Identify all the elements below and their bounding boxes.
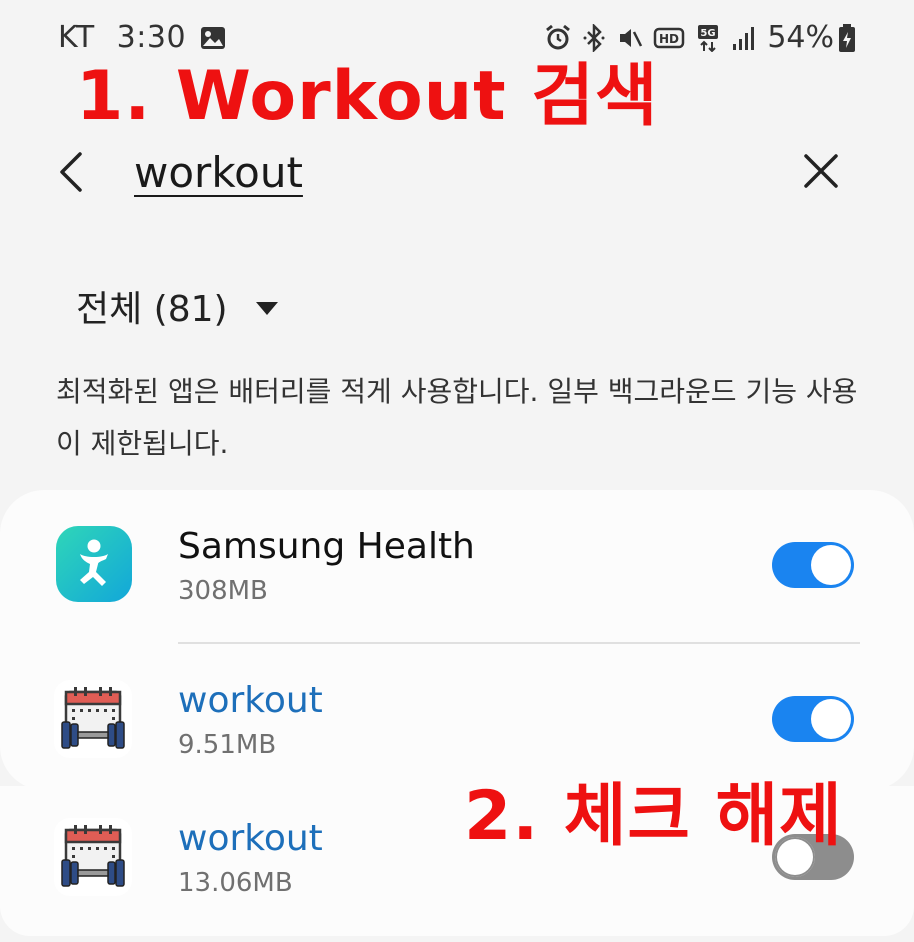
app-size: 9.51MB bbox=[178, 730, 277, 760]
app-name: workout bbox=[178, 818, 323, 859]
svg-text:5G: 5G bbox=[701, 28, 716, 39]
battery-charging-icon bbox=[839, 23, 855, 52]
filter-dropdown[interactable]: 전체 (81) bbox=[76, 280, 278, 332]
caret-down-icon bbox=[255, 301, 278, 315]
svg-text:HD: HD bbox=[659, 32, 679, 46]
battery-percent: 54% bbox=[767, 20, 834, 55]
filter-label: 전체 (81) bbox=[76, 289, 228, 330]
annotation-step-1: 1. Workout 검색 bbox=[76, 57, 659, 136]
signal-icon bbox=[733, 26, 755, 50]
workout-calendar-dumbbell-icon bbox=[54, 680, 132, 758]
app-name: workout bbox=[178, 680, 323, 721]
samsung-health-icon bbox=[56, 526, 132, 602]
battery-optimization-toggle[interactable] bbox=[772, 542, 854, 588]
network-5g-icon: 5G bbox=[698, 24, 719, 52]
app-size: 308MB bbox=[178, 576, 268, 606]
close-icon[interactable] bbox=[796, 146, 846, 196]
workout-calendar-dumbbell-icon bbox=[54, 818, 132, 896]
annotation-step-2: 2. 체크 해제 bbox=[464, 777, 843, 856]
optimization-description: 최적화된 앱은 배터리를 적게 사용합니다. 일부 백그라운드 기능 사용이 제… bbox=[56, 375, 858, 460]
search-input[interactable]: workout bbox=[134, 148, 303, 197]
divider bbox=[178, 642, 860, 644]
list-item[interactable]: Samsung Health 308MB bbox=[0, 526, 914, 636]
back-arrow-icon[interactable] bbox=[50, 142, 94, 202]
toggle-knob bbox=[811, 699, 851, 739]
toggle-knob bbox=[811, 545, 851, 585]
app-size: 13.06MB bbox=[178, 868, 293, 898]
search-bar: workout bbox=[0, 128, 914, 218]
app-name: Samsung Health bbox=[178, 526, 475, 567]
battery-optimization-toggle[interactable] bbox=[772, 696, 854, 742]
